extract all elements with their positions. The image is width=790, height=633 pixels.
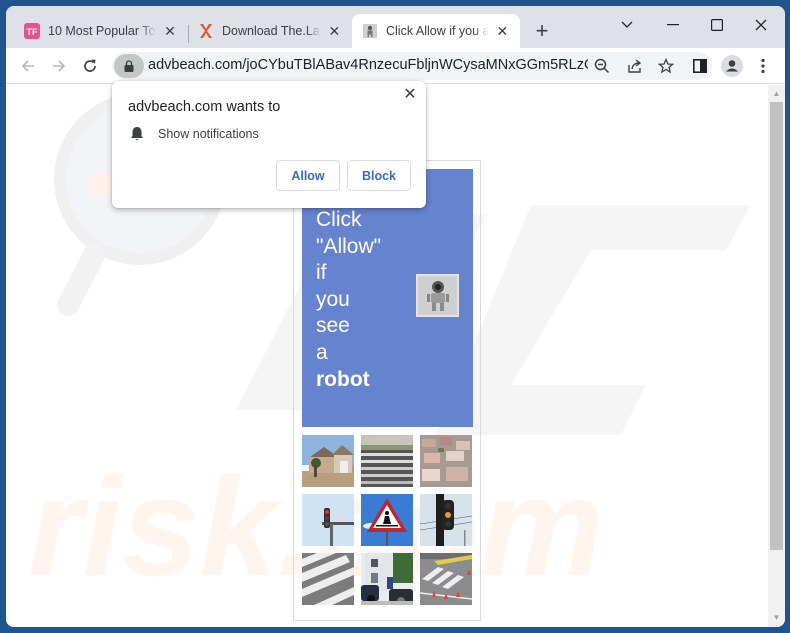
url-text[interactable]: advbeach.com/joCYbuTBlABav4RnzecuFbljnWC…: [148, 57, 588, 73]
menu-button[interactable]: [750, 53, 776, 79]
star-icon: [658, 58, 674, 74]
tab-strip: TF 10 Most Popular Torrent ✕ Download Th…: [6, 6, 785, 48]
reload-button[interactable]: [77, 53, 103, 79]
tile-pedestrian-sign[interactable]: [361, 494, 413, 546]
banner-line: a: [316, 340, 328, 364]
tile-traffic-light-camera[interactable]: [302, 494, 354, 546]
tab-close-icon[interactable]: ✕: [327, 23, 342, 39]
captcha-card: Click "Allow" if you see a robot: [293, 160, 481, 621]
popup-close-icon[interactable]: ✕: [402, 87, 418, 103]
new-tab-button[interactable]: +: [530, 20, 554, 44]
address-bar[interactable]: advbeach.com/joCYbuTBlABav4RnzecuFbljnWC…: [112, 52, 712, 80]
banner-line: "Allow": [316, 234, 382, 258]
allow-button[interactable]: Allow: [276, 160, 340, 191]
robot-image: [416, 274, 459, 317]
share-icon: [628, 59, 642, 73]
toolbar: advbeach.com/joCYbuTBlABav4RnzecuFbljnWC…: [6, 48, 785, 84]
maximize-button[interactable]: [694, 12, 740, 38]
robot-icon: [426, 280, 449, 311]
scroll-up-arrow-icon[interactable]: ▲: [768, 87, 785, 101]
arrow-right-icon: [53, 60, 66, 72]
tab-search-button[interactable]: [604, 12, 650, 38]
close-window-button[interactable]: [738, 12, 784, 38]
maximize-icon: [711, 19, 723, 31]
vertical-scrollbar[interactable]: ▲ ▼: [768, 85, 785, 627]
back-button[interactable]: [15, 53, 41, 79]
scroll-down-arrow-icon[interactable]: ▼: [768, 611, 785, 625]
popup-title: advbeach.com wants to: [128, 99, 281, 115]
avatar-icon: [721, 55, 743, 77]
permission-row: Show notifications: [130, 126, 259, 141]
tile-street-cars[interactable]: [361, 553, 413, 605]
more-vert-icon: [761, 58, 765, 74]
arrow-left-icon: [21, 60, 34, 72]
tile-house[interactable]: [302, 435, 354, 487]
banner-bold-word: robot: [316, 367, 370, 391]
bell-icon: [131, 127, 143, 141]
tab-title: 10 Most Popular Torrent: [48, 24, 156, 38]
forward-button[interactable]: [46, 53, 72, 79]
tab-torrent[interactable]: TF 10 Most Popular Torrent ✕: [14, 14, 192, 48]
x-logo-icon: [198, 23, 214, 39]
banner-line: you: [316, 287, 350, 311]
close-icon: [755, 19, 767, 31]
lock-icon: [124, 60, 134, 72]
tile-suburb[interactable]: [420, 435, 472, 487]
permission-label: Show notifications: [158, 126, 259, 141]
notification-permission-popup: advbeach.com wants to ✕ Show notificatio…: [112, 81, 426, 208]
tab-title: Download The.Last.of.Us: [222, 24, 321, 38]
side-panel-button[interactable]: [687, 53, 713, 79]
tile-zebra-stripes[interactable]: [302, 553, 354, 605]
svg-text:TF: TF: [27, 27, 38, 37]
tab-close-icon[interactable]: ✕: [162, 23, 178, 39]
scrollbar-thumb[interactable]: [770, 102, 783, 550]
image-grid: [302, 435, 474, 605]
tab-title: Click Allow if you are not a robot: [386, 24, 489, 38]
side-panel-icon: [693, 59, 707, 73]
tf-logo-icon: TF: [24, 23, 40, 39]
profile-button[interactable]: [719, 53, 745, 79]
banner-line: Click: [316, 208, 362, 231]
zoom-out-icon: [594, 58, 610, 74]
tile-traffic-light[interactable]: [420, 494, 472, 546]
tile-crosswalk[interactable]: [361, 435, 413, 487]
reload-icon: [84, 59, 96, 72]
browser-window: TF 10 Most Popular Torrent ✕ Download Th…: [6, 6, 785, 627]
minimize-button[interactable]: [650, 12, 696, 38]
banner-line: if: [316, 261, 327, 285]
site-info-button[interactable]: [114, 54, 144, 78]
tile-crosswalk-cones[interactable]: [420, 553, 472, 605]
bookmark-button[interactable]: [656, 56, 676, 76]
tab-download[interactable]: Download The.Last.of.Us ✕: [188, 14, 352, 48]
robot-icon: [362, 23, 378, 39]
block-button[interactable]: Block: [347, 160, 411, 191]
banner-text: Click "Allow" if you see a robot: [316, 207, 381, 393]
chevron-down-icon: [621, 21, 633, 28]
tab-active[interactable]: Click Allow if you are not a robot ✕: [352, 14, 520, 48]
minimize-icon: [667, 24, 679, 26]
tab-close-icon[interactable]: ✕: [495, 23, 510, 39]
share-button[interactable]: [625, 56, 645, 76]
zoom-button[interactable]: [592, 56, 612, 76]
banner-line: see: [316, 314, 350, 338]
